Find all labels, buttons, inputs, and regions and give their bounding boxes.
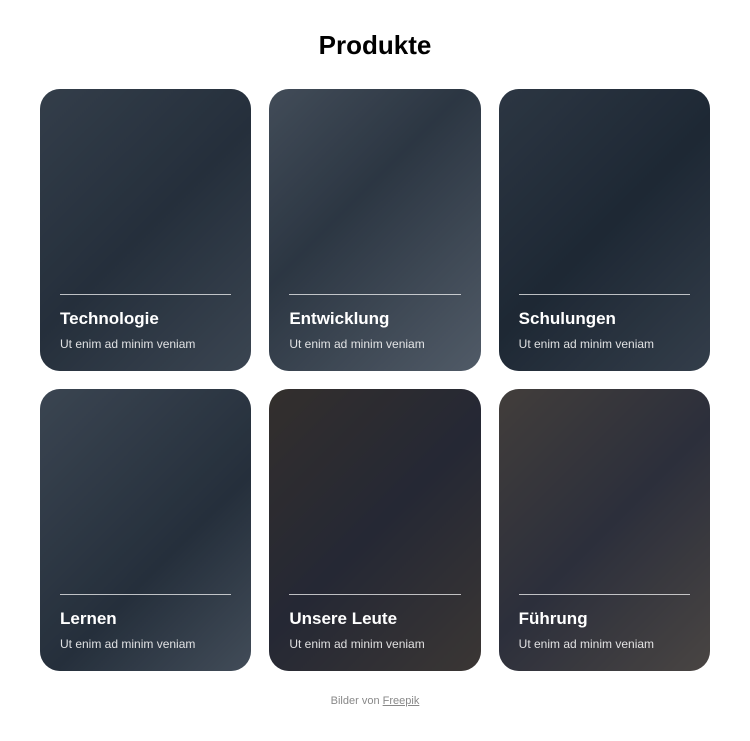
card-divider (519, 294, 690, 295)
card-subtitle: Ut enim ad minim veniam (289, 637, 460, 651)
page-title: Produkte (40, 30, 710, 61)
card-lernen[interactable]: Lernen Ut enim ad minim veniam (40, 389, 251, 671)
card-title: Entwicklung (289, 309, 460, 329)
card-content: Schulungen Ut enim ad minim veniam (519, 294, 690, 351)
card-divider (289, 594, 460, 595)
card-title: Führung (519, 609, 690, 629)
card-title: Unsere Leute (289, 609, 460, 629)
card-fuehrung[interactable]: Führung Ut enim ad minim veniam (499, 389, 710, 671)
card-subtitle: Ut enim ad minim veniam (60, 337, 231, 351)
card-schulungen[interactable]: Schulungen Ut enim ad minim veniam (499, 89, 710, 371)
card-title: Schulungen (519, 309, 690, 329)
attribution-prefix: Bilder von (331, 695, 383, 707)
card-technologie[interactable]: Technologie Ut enim ad minim veniam (40, 89, 251, 371)
attribution: Bilder von Freepik (40, 695, 710, 707)
card-subtitle: Ut enim ad minim veniam (60, 637, 231, 651)
card-entwicklung[interactable]: Entwicklung Ut enim ad minim veniam (269, 89, 480, 371)
card-unsere-leute[interactable]: Unsere Leute Ut enim ad minim veniam (269, 389, 480, 671)
product-grid: Technologie Ut enim ad minim veniam Entw… (40, 89, 710, 671)
card-subtitle: Ut enim ad minim veniam (289, 337, 460, 351)
card-divider (60, 594, 231, 595)
card-divider (60, 294, 231, 295)
card-title: Technologie (60, 309, 231, 329)
card-subtitle: Ut enim ad minim veniam (519, 637, 690, 651)
card-title: Lernen (60, 609, 231, 629)
card-content: Entwicklung Ut enim ad minim veniam (289, 294, 460, 351)
card-divider (289, 294, 460, 295)
card-content: Unsere Leute Ut enim ad minim veniam (289, 594, 460, 651)
card-content: Führung Ut enim ad minim veniam (519, 594, 690, 651)
attribution-link[interactable]: Freepik (383, 695, 420, 707)
card-content: Technologie Ut enim ad minim veniam (60, 294, 231, 351)
card-content: Lernen Ut enim ad minim veniam (60, 594, 231, 651)
card-divider (519, 594, 690, 595)
card-subtitle: Ut enim ad minim veniam (519, 337, 690, 351)
